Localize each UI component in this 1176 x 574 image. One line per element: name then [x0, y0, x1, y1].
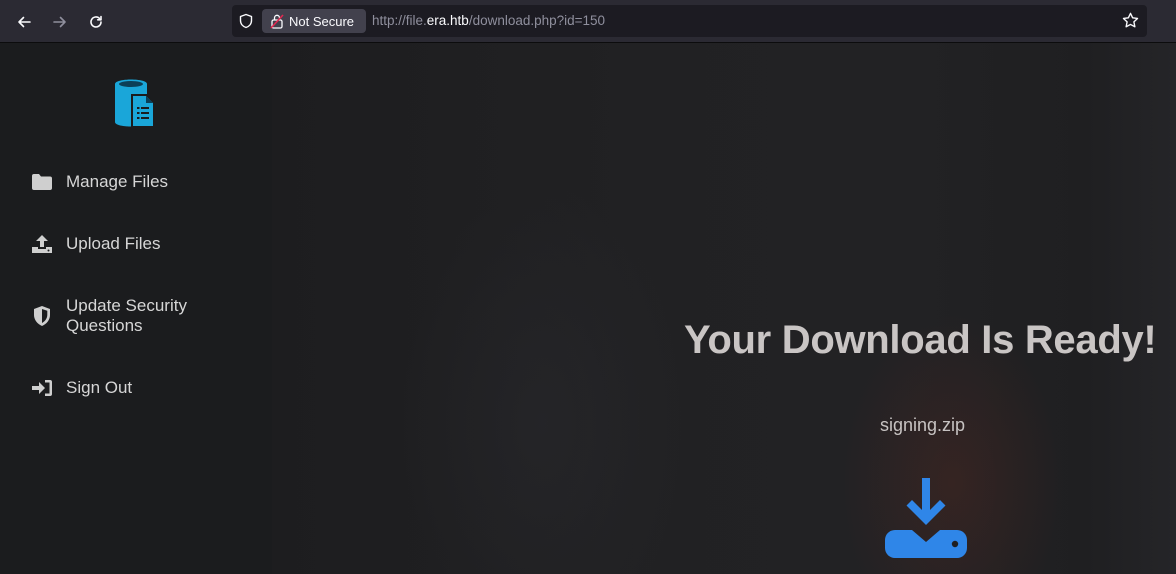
- sidebar-item-sign-out[interactable]: Sign Out: [31, 378, 251, 398]
- not-secure-badge[interactable]: Not Secure: [262, 9, 366, 33]
- url-path: /download.php?id=150: [468, 13, 606, 28]
- sidebar-item-update-security-questions[interactable]: Update Security Questions: [31, 296, 251, 336]
- url-prefix: http://file.: [372, 13, 427, 28]
- app-logo-icon: [115, 79, 155, 128]
- sidebar-item-upload-files[interactable]: Upload Files: [31, 234, 251, 254]
- sign-out-icon: [31, 378, 53, 398]
- folder-icon: [31, 172, 53, 192]
- upload-icon: [31, 234, 53, 254]
- forward-button[interactable]: [46, 8, 74, 36]
- sidebar-item-label: Manage Files: [66, 172, 169, 191]
- sidebar: Manage Files Upload Files Update Securit…: [0, 43, 272, 574]
- page-title: Your Download Is Ready!: [684, 318, 1157, 362]
- back-button[interactable]: [10, 8, 38, 36]
- shield-icon: [31, 306, 53, 326]
- arrow-left-icon: [18, 16, 31, 28]
- sidebar-item-label: Upload Files: [66, 234, 161, 253]
- bookmark-star-icon[interactable]: [1122, 12, 1139, 29]
- file-name: signing.zip: [880, 415, 966, 435]
- address-bar[interactable]: Not Secure http://file.era.htb/download.…: [232, 5, 1147, 37]
- download-icon[interactable]: [885, 478, 967, 558]
- arrow-right-icon: [53, 16, 66, 28]
- sidebar-item-label: Sign Out: [66, 378, 133, 397]
- sidebar-item-label: Update Security Questions: [66, 296, 187, 335]
- url-host: era.htb: [426, 13, 469, 28]
- insecure-lock-icon: [270, 14, 284, 29]
- reload-button[interactable]: [82, 8, 110, 36]
- security-label: Not Secure: [289, 13, 355, 29]
- tracking-protection-icon[interactable]: [238, 13, 254, 29]
- browser-toolbar: Not Secure http://file.era.htb/download.…: [0, 0, 1176, 43]
- url-text[interactable]: http://file.era.htb/download.php?id=150: [372, 13, 605, 28]
- sidebar-item-manage-files[interactable]: Manage Files: [31, 172, 251, 192]
- reload-icon: [90, 15, 102, 28]
- main-content: Your Download Is Ready! signing.zip: [272, 43, 1176, 574]
